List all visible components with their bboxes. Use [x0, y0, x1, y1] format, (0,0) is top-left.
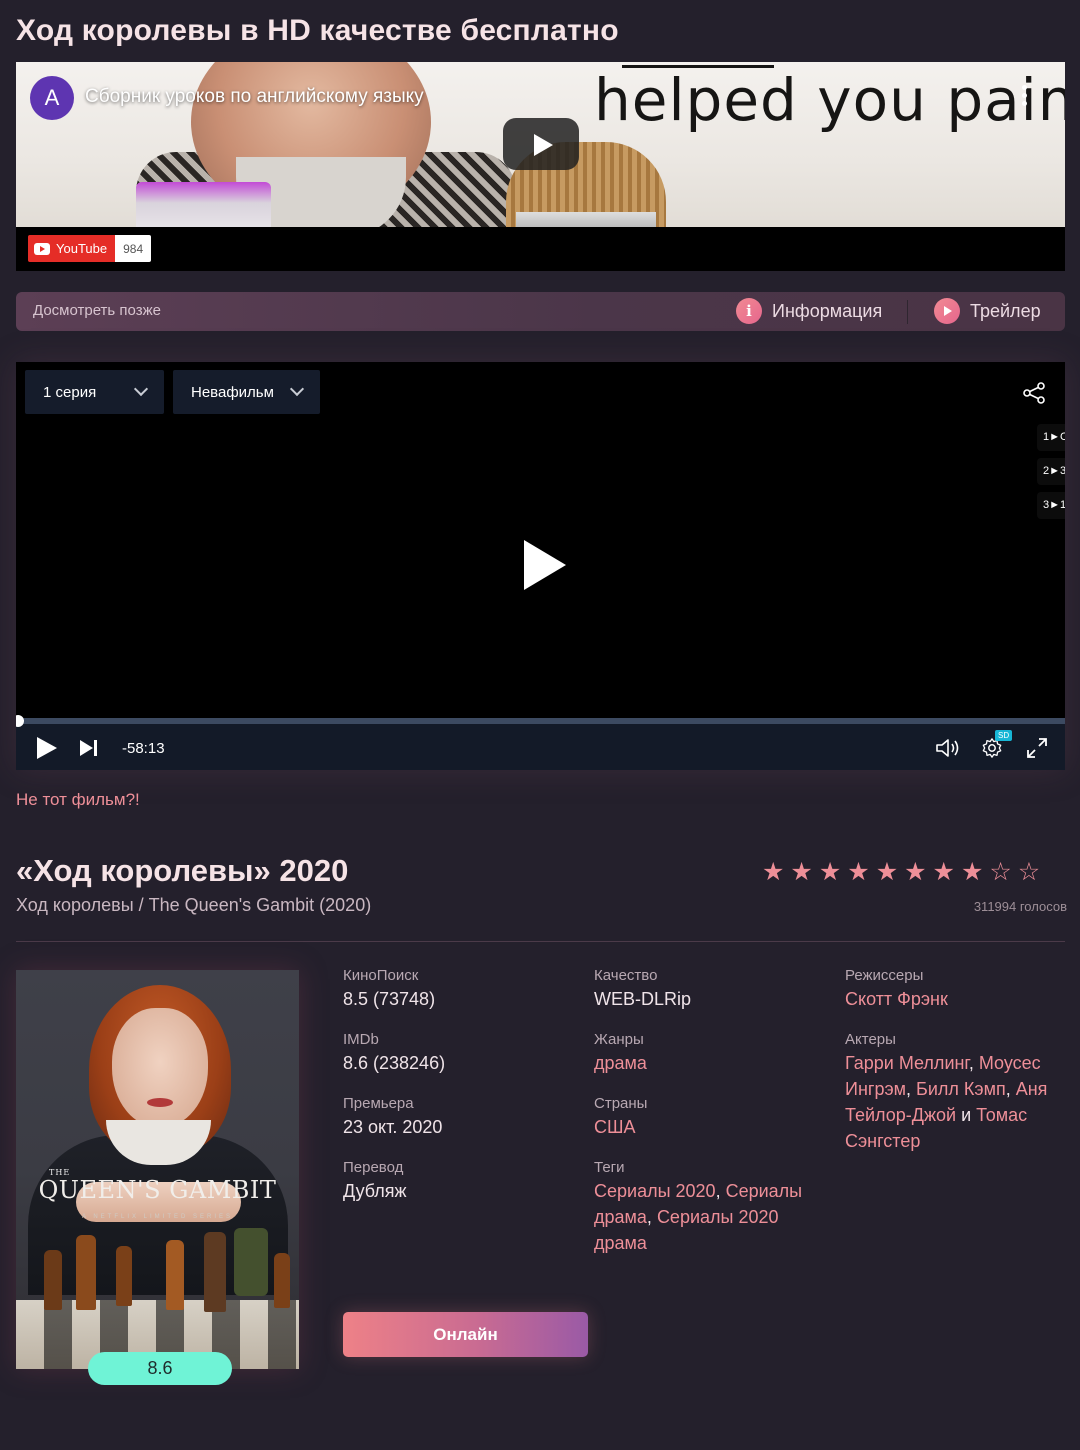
online-button[interactable]: Онлайн [343, 1312, 588, 1357]
translation-label: Перевод [343, 1159, 404, 1176]
tags-label: Теги [594, 1159, 625, 1176]
voiceover-select[interactable]: Невафильм [173, 370, 320, 414]
rating-stars[interactable]: ★ ★ ★ ★ ★ ★ ★ ★ ☆ ☆ [762, 858, 1040, 886]
video-player[interactable]: 1 серия Невафильм 1►C 2►3 3►1 -58:13 SD [16, 362, 1065, 770]
poster-rating-badge: 8.6 [88, 1352, 232, 1385]
divider [907, 300, 908, 324]
movie-poster[interactable]: THE QUEEN'S GAMBIT A NETFLIX LIMITED SER… [16, 970, 299, 1369]
actor-link[interactable]: Билл Кэмп [916, 1079, 1006, 1099]
info-column-2: Качество WEB-DLRip Жанры драма Страны СШ… [594, 967, 824, 1256]
info-label: Информация [772, 300, 883, 321]
star-icon[interactable]: ★ [819, 858, 841, 886]
movie-subtitle: Ход королевы / The Queen's Gambit (2020) [16, 895, 372, 915]
side-tab-3[interactable]: 3►1 [1037, 492, 1065, 519]
voiceover-select-value: Невафильм [191, 383, 274, 401]
section-divider [16, 941, 1065, 942]
volume-icon[interactable] [934, 736, 962, 760]
star-icon[interactable]: ★ [876, 858, 898, 886]
side-tab-2[interactable]: 2►3 [1037, 458, 1065, 485]
votes-count: 311994 голосов [973, 899, 1067, 914]
poster-series-text: A NETFLIX LIMITED SERIES [81, 1214, 234, 1220]
info-column-3: Режиссеры Скотт Фрэнк Актеры Гарри Мелли… [845, 967, 1060, 1154]
youtube-icon [34, 242, 50, 255]
chevron-down-icon [289, 381, 305, 397]
youtube-logo[interactable]: YouTube [28, 235, 116, 262]
star-icon[interactable]: ☆ [1018, 858, 1040, 886]
star-icon[interactable]: ★ [961, 858, 983, 886]
actors-label: Актеры [845, 1031, 896, 1048]
genres-label: Жанры [594, 1031, 644, 1048]
imdb-label: IMDb [343, 1031, 379, 1048]
kinopoisk-label: КиноПоиск [343, 967, 419, 984]
episode-select[interactable]: 1 серия [25, 370, 164, 414]
episode-select-value: 1 серия [43, 383, 97, 401]
actors-conjunction: и [961, 1105, 972, 1125]
watch-later-link[interactable]: Досмотреть позже [33, 302, 161, 319]
translation-value: Дубляж [343, 1181, 407, 1201]
play-icon[interactable] [37, 737, 57, 759]
directors-label: Режиссеры [845, 967, 924, 984]
premiere-label: Премьера [343, 1095, 414, 1112]
action-bar: Досмотреть позже i Информация Трейлер [16, 292, 1065, 331]
youtube-play-button[interactable] [503, 118, 579, 170]
trailer-button[interactable]: Трейлер [934, 298, 1041, 324]
page-title: Ход королевы в HD качестве бесплатно [16, 14, 619, 47]
info-button[interactable]: i Информация [736, 298, 882, 324]
share-icon[interactable] [1022, 381, 1046, 405]
star-icon[interactable]: ☆ [989, 858, 1011, 886]
channel-title[interactable]: Сборник уроков по английскому языку [85, 86, 424, 108]
channel-avatar[interactable]: A [30, 76, 74, 120]
time-remaining: -58:13 [122, 740, 165, 757]
kinopoisk-value: 8.5 (73748) [343, 989, 436, 1009]
star-icon[interactable]: ★ [847, 858, 869, 886]
tags-list: Сериалы 2020, Сериалы драма, Сериалы 202… [594, 1181, 803, 1253]
info-column-1: КиноПоиск 8.5 (73748) IMDb 8.6 (238246) … [343, 967, 573, 1204]
star-icon[interactable]: ★ [762, 858, 784, 886]
more-options-icon[interactable] [1016, 82, 1032, 112]
trailer-label: Трейлер [970, 300, 1041, 321]
play-circle-icon [934, 298, 960, 324]
youtube-embed[interactable]: helped you paint. A Сборник уроков по ан… [16, 62, 1065, 271]
big-play-icon[interactable] [524, 540, 566, 590]
youtube-subscribe-badge[interactable]: YouTube 984 [28, 235, 152, 262]
actors-list: Гарри Меллинг, Моусес Ингрэм, Билл Кэмп,… [845, 1053, 1048, 1151]
country-link[interactable]: США [594, 1114, 824, 1140]
side-tab-1[interactable]: 1►C [1037, 424, 1065, 451]
poster-title-text: QUEEN'S GAMBIT [38, 1176, 277, 1204]
star-icon[interactable]: ★ [790, 858, 812, 886]
movie-title: «Ход королевы» 2020 [16, 853, 349, 888]
tag-link[interactable]: Сериалы 2020 [594, 1181, 716, 1201]
chevron-down-icon [133, 381, 149, 397]
fullscreen-icon[interactable] [1026, 737, 1048, 759]
genre-link[interactable]: драма [594, 1050, 824, 1076]
thumbnail-text: helped you paint. [594, 66, 1065, 134]
countries-label: Страны [594, 1095, 648, 1112]
quality-badge: SD [995, 730, 1013, 741]
next-icon[interactable] [80, 740, 93, 756]
director-link[interactable]: Скотт Фрэнк [845, 986, 1060, 1012]
player-controls [16, 724, 1065, 770]
quality-value: WEB-DLRip [594, 989, 692, 1009]
next-icon-bar [94, 740, 97, 756]
star-icon[interactable]: ★ [904, 858, 926, 886]
imdb-value: 8.6 (238246) [343, 1053, 446, 1073]
quality-label: Качество [594, 967, 658, 984]
youtube-count: 984 [115, 235, 152, 262]
actor-link[interactable]: Гарри Меллинг [845, 1053, 969, 1073]
info-icon: i [736, 298, 762, 324]
star-icon[interactable]: ★ [933, 858, 955, 886]
wrong-film-link[interactable]: Не тот фильм?! [16, 790, 140, 810]
premiere-value: 23 окт. 2020 [343, 1117, 443, 1137]
